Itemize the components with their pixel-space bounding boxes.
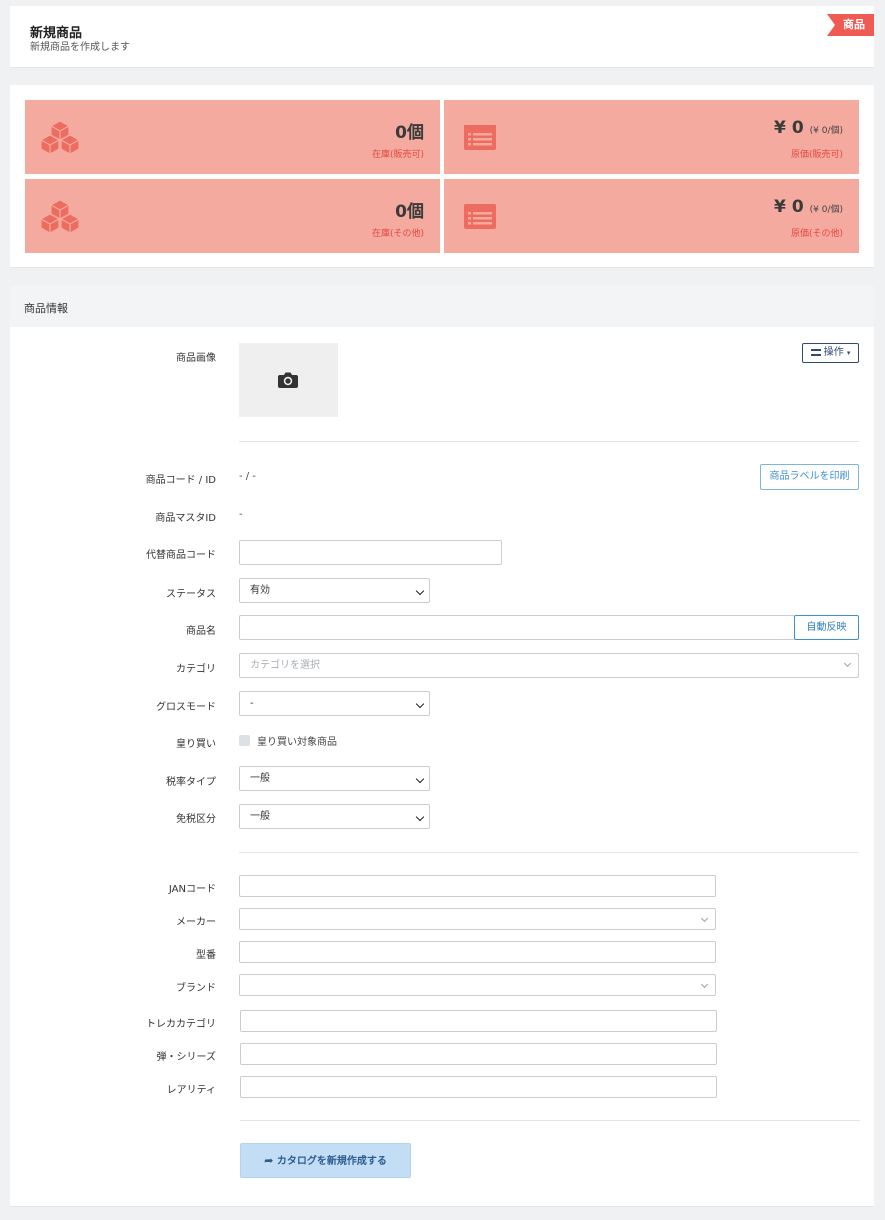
- master-id-label: 商品マスタID: [155, 513, 216, 524]
- alt-code-input[interactable]: [239, 540, 502, 565]
- category-select[interactable]: カテゴリを選択: [239, 653, 859, 678]
- stat-tile-stock-other: 0個 在庫(その他): [25, 179, 440, 253]
- tcg-category-label: トレカカテゴリ: [146, 1019, 216, 1030]
- stat-tile-cost-sellable: ¥0 (¥ 0/個) 原価(販売可): [444, 100, 859, 174]
- jan-label: JANコード: [168, 884, 216, 895]
- product-info-panel: 商品情報 商品画像 操作 ▾ 商品コード / ID - / - 商品ラベルを印刷…: [10, 286, 874, 1207]
- name-label: 商品名: [186, 626, 216, 637]
- model-input[interactable]: [239, 941, 716, 963]
- stat-tile-stock-sellable: 0個 在庫(販売可): [25, 100, 440, 174]
- buyback-option-label[interactable]: 皇り買い対象商品: [257, 733, 337, 748]
- cubes-icon: [40, 199, 80, 234]
- share-arrow-icon: ➦: [264, 1154, 274, 1167]
- product-image-placeholder[interactable]: [239, 343, 338, 417]
- operations-dropdown-button[interactable]: 操作 ▾: [802, 343, 859, 363]
- stat-caption: 原価(販売可): [790, 150, 843, 160]
- list-icon: [464, 204, 496, 229]
- buyback-checkbox[interactable]: [239, 735, 250, 746]
- rarity-label: レアリティ: [166, 1085, 216, 1096]
- category-label: カテゴリ: [176, 664, 216, 675]
- duty-free-select[interactable]: 一般: [239, 804, 430, 829]
- series-label: 弾・シリーズ: [156, 1052, 217, 1063]
- print-label-button[interactable]: 商品ラベルを印刷: [760, 464, 859, 490]
- gross-mode-select[interactable]: -: [239, 691, 430, 716]
- code-value: - / -: [239, 471, 256, 482]
- brand-select[interactable]: [239, 974, 716, 996]
- list-icon: [810, 348, 821, 356]
- list-icon: [464, 125, 496, 150]
- buyback-label: 皇り買い: [176, 739, 216, 750]
- stat-value: ¥0 (¥ 0/個): [774, 197, 843, 217]
- tax-type-label: 税率タイプ: [166, 777, 216, 788]
- create-catalog-button[interactable]: ➦ カタログを新規作成する: [240, 1143, 411, 1178]
- master-id-value: -: [239, 509, 243, 520]
- maker-label: メーカー: [176, 917, 216, 928]
- stat-value: 0個: [395, 123, 424, 143]
- rarity-input[interactable]: [240, 1076, 717, 1098]
- divider: [240, 1120, 860, 1121]
- tcg-category-input[interactable]: [240, 1010, 717, 1032]
- page-subtitle: 新規商品を作成します: [30, 42, 130, 53]
- image-label: 商品画像: [176, 353, 216, 364]
- stat-caption: 在庫(販売可): [371, 150, 424, 160]
- duty-free-label: 免税区分: [176, 814, 216, 825]
- code-label: 商品コード / ID: [145, 475, 216, 486]
- section-header: 商品情報: [10, 286, 874, 327]
- brand-label: ブランド: [176, 983, 216, 994]
- camera-icon: [278, 372, 298, 388]
- caret-down-icon: ▾: [846, 349, 851, 357]
- stat-caption: 在庫(その他): [371, 229, 424, 239]
- model-label: 型番: [196, 950, 216, 961]
- auto-fill-button[interactable]: 自動反映: [794, 615, 859, 640]
- divider: [239, 441, 859, 442]
- jan-input[interactable]: [239, 875, 716, 897]
- gross-mode-label: グロスモード: [156, 702, 216, 713]
- category-badge: 商品: [827, 14, 874, 36]
- stats-panel: 0個 在庫(販売可) ¥0 (¥ 0/個) 原価(販売可) 0個 在庫(その他)…: [10, 85, 874, 268]
- section-title: 商品情報: [24, 302, 68, 315]
- status-label: ステータス: [166, 589, 216, 600]
- alt-code-label: 代替商品コード: [146, 550, 216, 561]
- stat-tile-cost-other: ¥0 (¥ 0/個) 原価(その他): [444, 179, 859, 253]
- maker-select[interactable]: [239, 908, 716, 930]
- stat-value: ¥0 (¥ 0/個): [774, 118, 843, 138]
- divider: [239, 852, 859, 853]
- product-name-input[interactable]: [239, 615, 795, 640]
- stat-value: 0個: [395, 202, 424, 222]
- status-select[interactable]: 有効: [239, 578, 430, 603]
- stat-caption: 原価(その他): [790, 229, 843, 239]
- series-input[interactable]: [240, 1043, 717, 1065]
- tax-type-select[interactable]: 一般: [239, 766, 430, 791]
- cubes-icon: [40, 120, 80, 155]
- page-header: 新規商品 新規商品を作成します 商品: [10, 6, 874, 68]
